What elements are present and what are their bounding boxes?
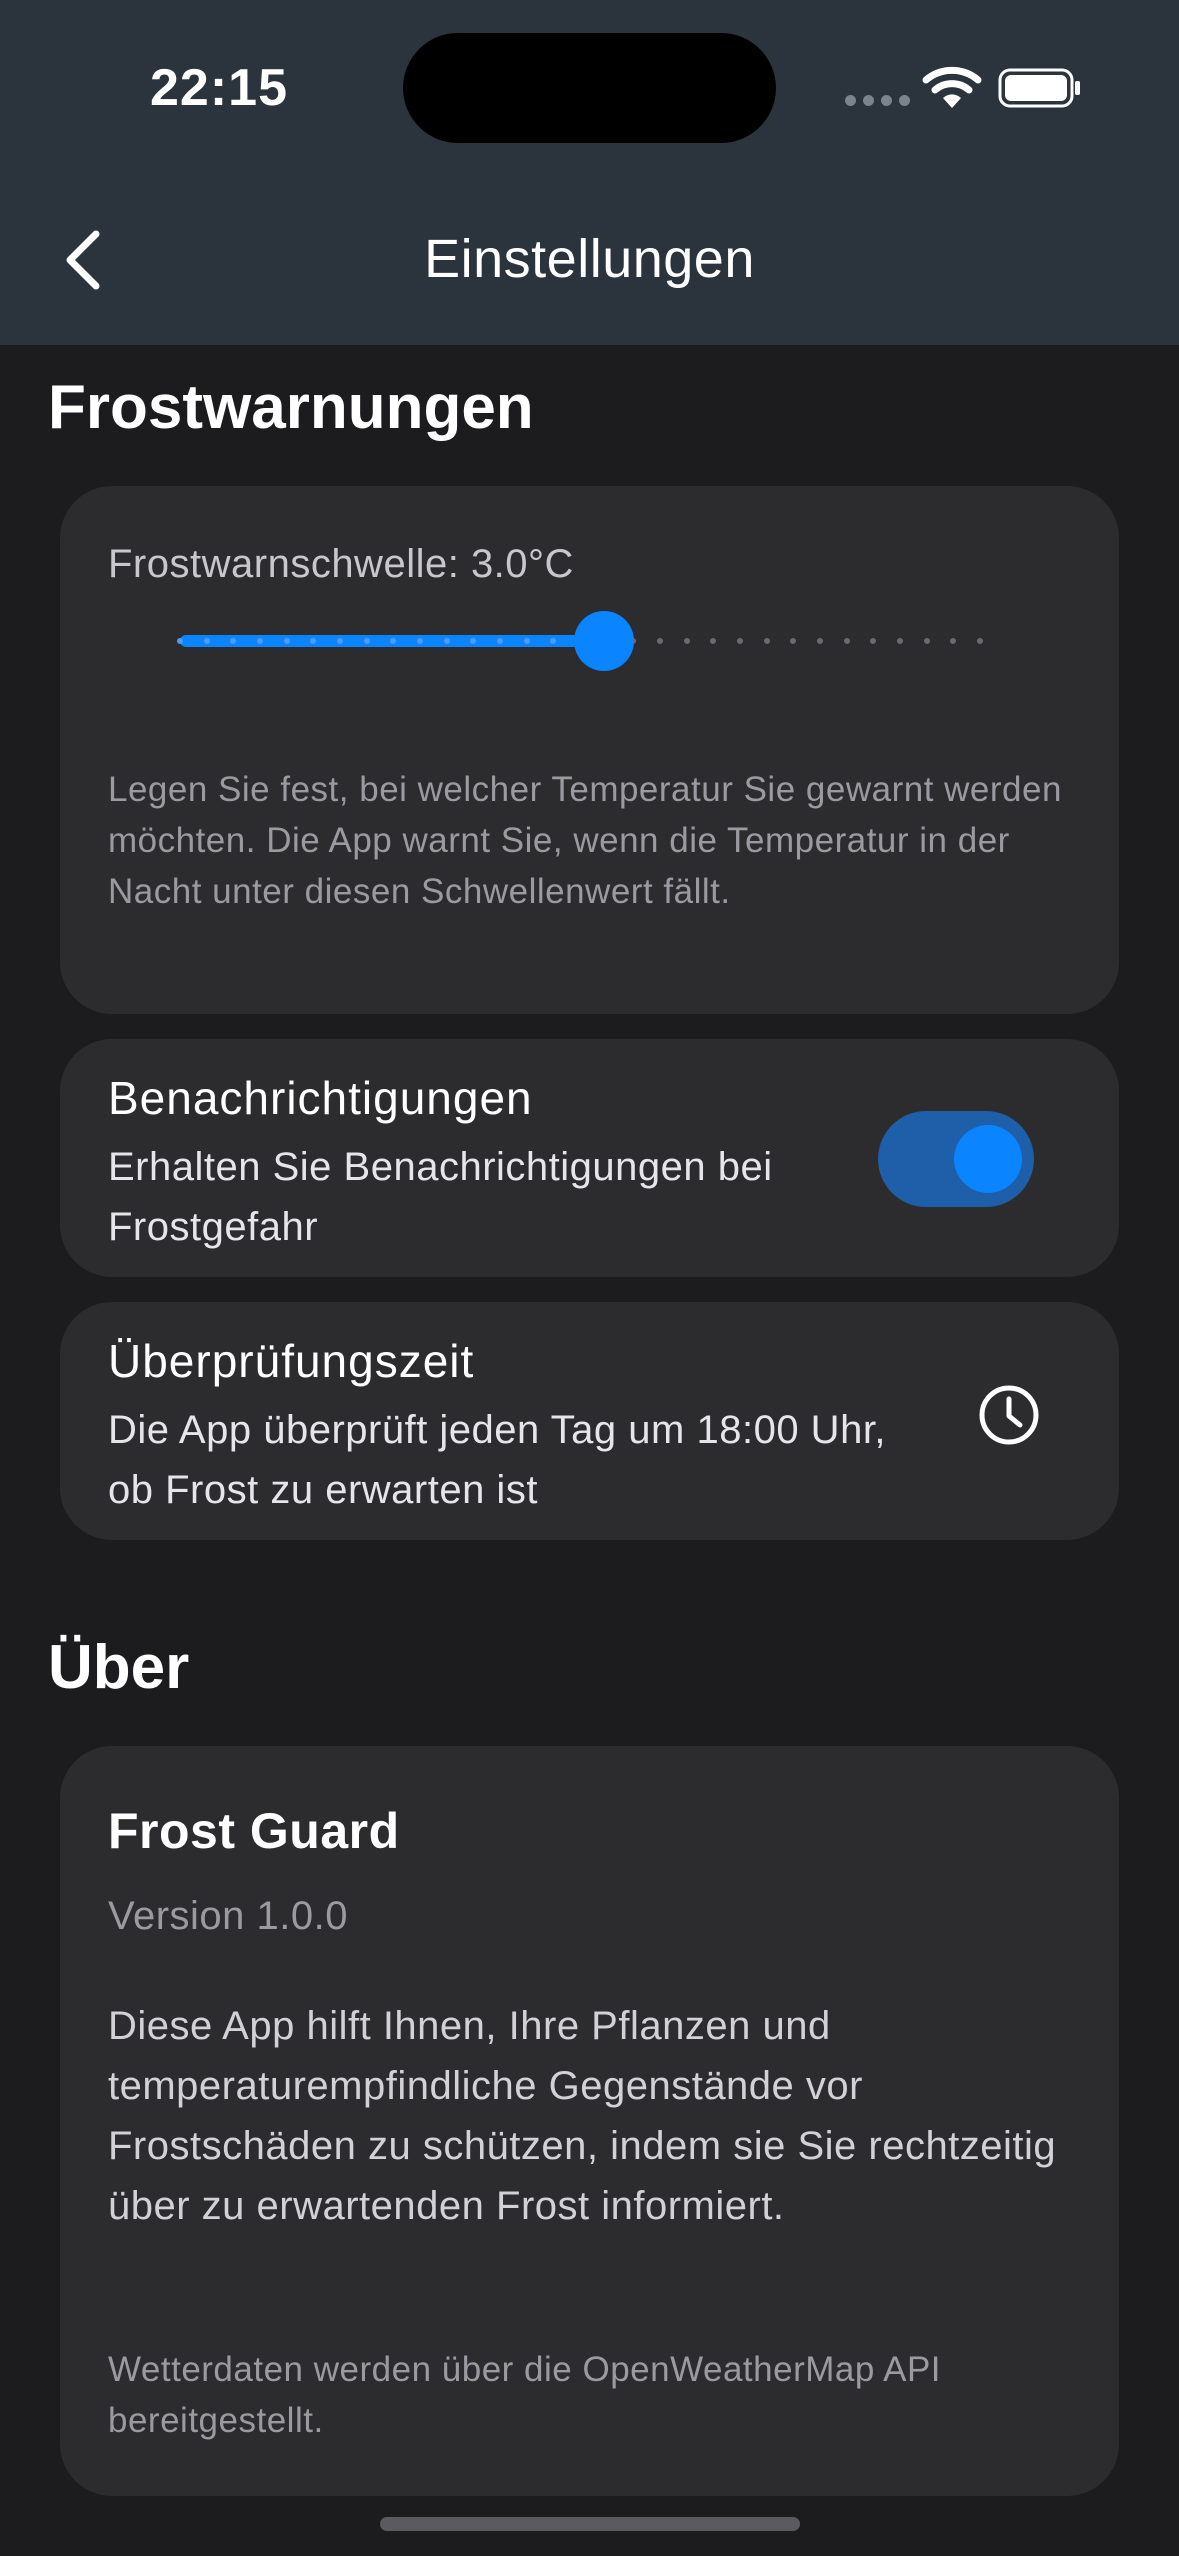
about-credit: Wetterdaten werden über die OpenWeatherM… [108, 2350, 942, 2440]
wifi-icon [922, 66, 982, 108]
slider-tick [470, 638, 476, 644]
page-title: Einstellungen [424, 229, 755, 289]
about-version: Version 1.0.0 [108, 1894, 348, 1938]
slider-tick [337, 638, 343, 644]
threshold-label: Frostwarnschwelle: 3.0°C [108, 542, 574, 586]
top-bar: 22:15 Einstellungen [0, 0, 1179, 345]
status-time: 22:15 [150, 59, 288, 117]
threshold-card: Frostwarnschwelle: 3.0°C Legen Sie fest,… [60, 486, 1119, 1014]
slider-tick [497, 638, 503, 644]
threshold-description: Legen Sie fest, bei welcher Temperatur S… [108, 770, 1062, 911]
notifications-subtitle: Erhalten Sie Benachrichtigungen bei Fros… [108, 1145, 773, 1249]
slider-tick [177, 638, 183, 644]
notifications-row[interactable]: Benachrichtigungen Erhalten Sie Benachri… [60, 1039, 1119, 1277]
slider-tick [444, 638, 450, 644]
clock-icon[interactable] [976, 1382, 1042, 1448]
check-time-title: Überprüfungszeit [108, 1335, 475, 1387]
about-description: Diese App hilft Ihnen, Ihre Pflanzen und… [108, 2004, 1057, 2228]
battery-icon [998, 68, 1080, 108]
slider-tick [390, 638, 396, 644]
slider-thumb[interactable] [574, 611, 634, 671]
dynamic-island [403, 33, 776, 143]
slider-tick [684, 638, 690, 644]
slider-tick [924, 638, 930, 644]
cellular-signal-icon [845, 95, 910, 106]
slider-tick [844, 638, 850, 644]
slider-tick [764, 638, 770, 644]
slider-tick [950, 638, 956, 644]
section-title-frost: Frostwarnungen [48, 373, 534, 442]
slider-tick [230, 638, 236, 644]
slider-tick [977, 638, 983, 644]
slider-tick [550, 638, 556, 644]
slider-tick [204, 638, 210, 644]
slider-tick [817, 638, 823, 644]
notifications-toggle[interactable] [878, 1111, 1034, 1207]
check-time-subtitle: Die App überprüft jeden Tag um 18:00 Uhr… [108, 1408, 887, 1512]
slider-tick [364, 638, 370, 644]
check-time-row[interactable]: Überprüfungszeit Die App überprüft jeden… [60, 1302, 1119, 1540]
slider-tick [710, 638, 716, 644]
section-title-about: Über [48, 1633, 190, 1702]
slider-tick [897, 638, 903, 644]
slider-tick [790, 638, 796, 644]
slider-tick [284, 638, 290, 644]
slider-tick [657, 638, 663, 644]
slider-tick [870, 638, 876, 644]
about-card: Frost Guard Version 1.0.0 Diese App hilf… [60, 1746, 1119, 2496]
slider-tick [737, 638, 743, 644]
about-app-name: Frost Guard [108, 1803, 400, 1859]
notifications-title: Benachrichtigungen [108, 1072, 533, 1124]
slider-tick [257, 638, 263, 644]
toggle-knob [954, 1125, 1022, 1193]
home-indicator [380, 2517, 800, 2531]
slider-tick [310, 638, 316, 644]
threshold-slider[interactable] [177, 611, 983, 671]
slider-tick [417, 638, 423, 644]
slider-tick [524, 638, 530, 644]
